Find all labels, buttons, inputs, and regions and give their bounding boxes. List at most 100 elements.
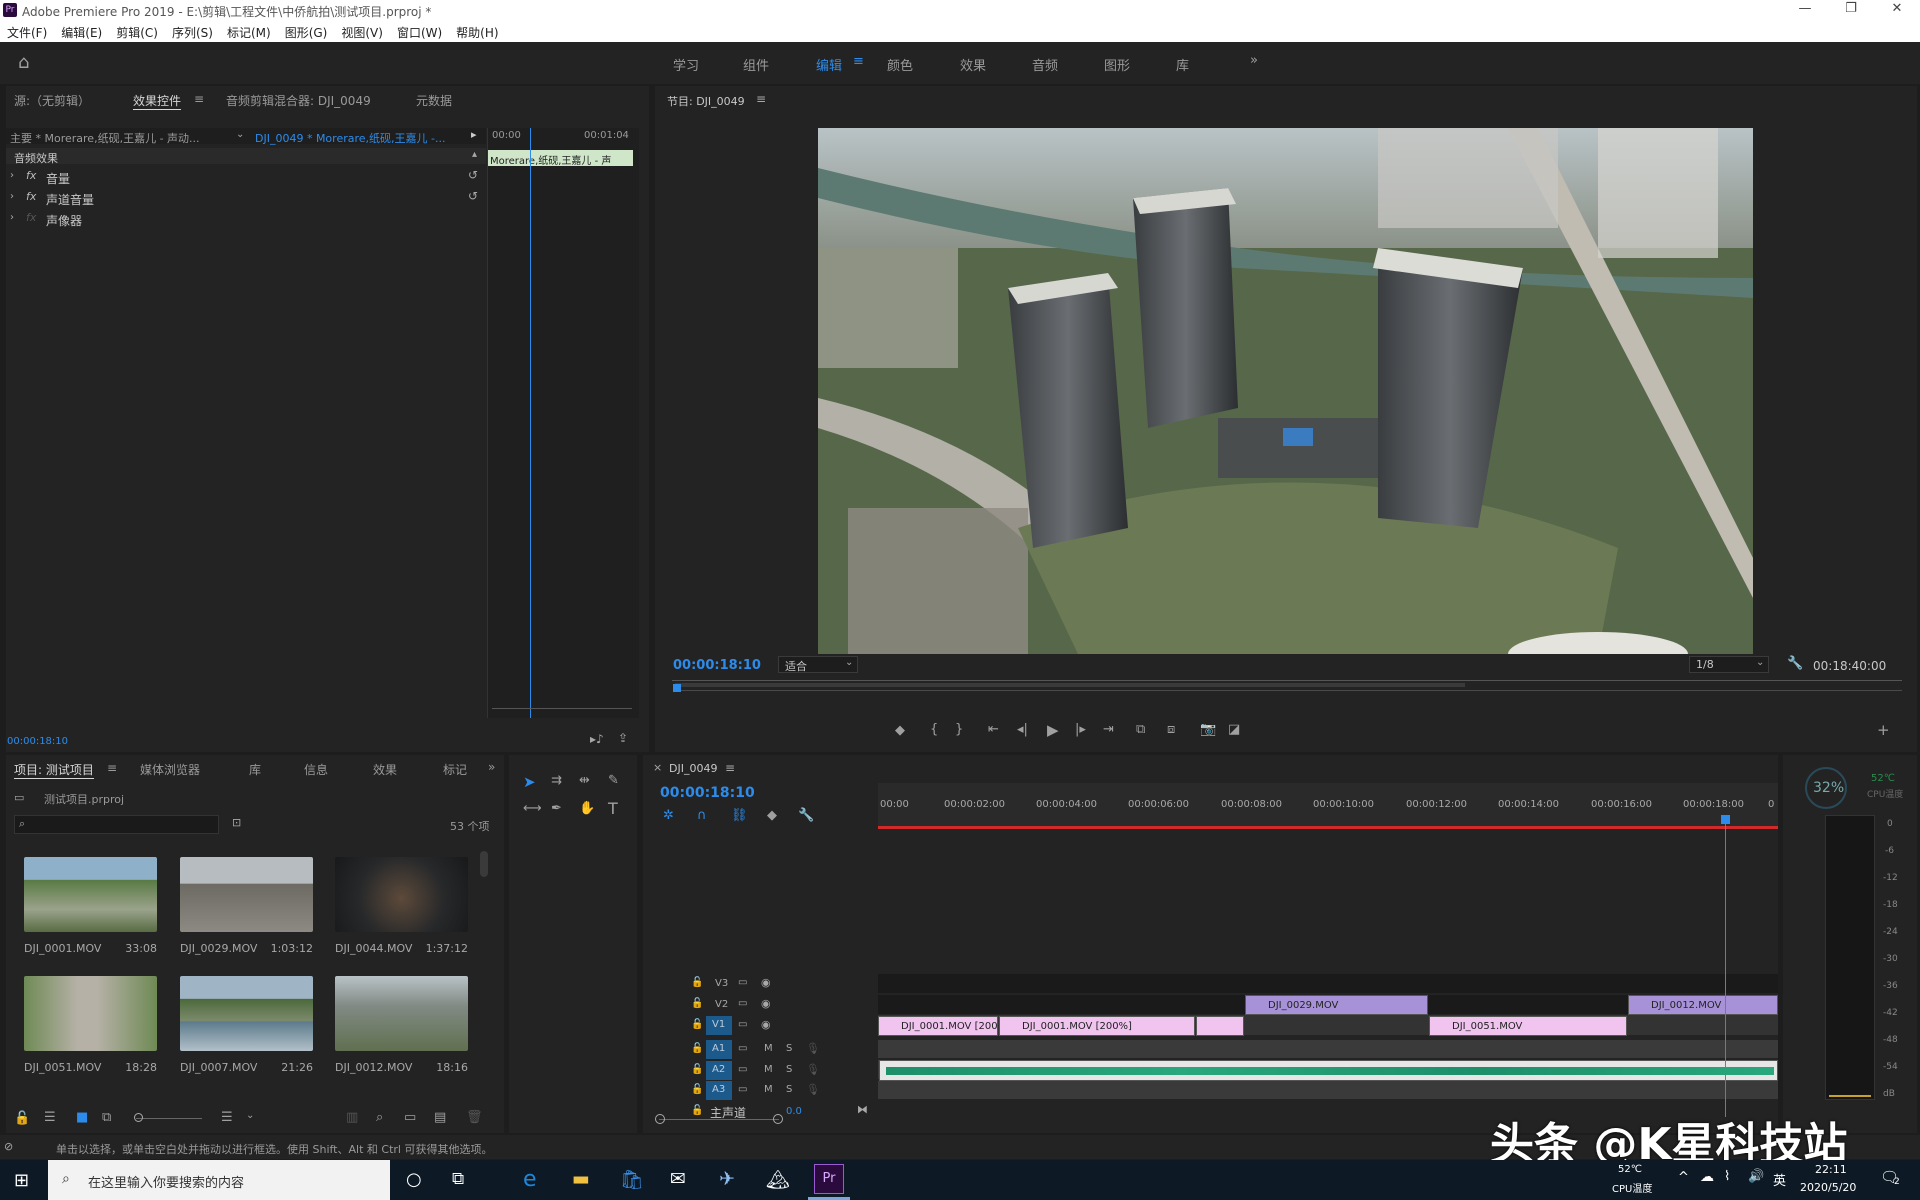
project-search-input[interactable]: ⌕ [14,815,219,834]
master-volume[interactable]: 0.0 [786,1106,802,1117]
work-area-bar[interactable] [675,683,1465,687]
microphone-icon[interactable]: 🎙 [806,1042,820,1055]
clear-icon[interactable]: 🗑 [466,1110,483,1125]
add-button-icon[interactable]: + [1877,721,1890,739]
workspace-assembly[interactable]: 组件 [743,55,769,74]
resolution-select[interactable]: 1/8 ⌄ [1689,656,1769,673]
project-scrollbar[interactable] [480,851,488,877]
microphone-icon[interactable]: 🎙 [806,1063,820,1076]
camera-icon[interactable]: 📷 [1200,722,1216,737]
wrench-icon[interactable]: 🔧 [1787,656,1803,671]
close-button[interactable]: ✕ [1874,1,1920,16]
new-item-icon[interactable]: ▤ [434,1110,446,1125]
more-workspaces-icon[interactable]: » [1250,53,1258,68]
nest-icon[interactable]: ✲ [663,808,674,823]
playhead-handle[interactable] [1721,815,1730,824]
windows-start-icon[interactable]: ⊞ [14,1170,29,1191]
mute-button[interactable]: M [764,1043,773,1054]
effect-row-volume[interactable]: › fx 音量 ↺ [6,168,486,186]
tab-audio-mixer[interactable]: 音频剪辑混合器: DJI_0049 [226,92,371,109]
timeline-timecode[interactable]: 00:00:18:10 [660,785,755,801]
mark-in-icon[interactable]: { [930,722,938,737]
store-icon[interactable]: 🛍 [620,1168,644,1191]
sort-icon[interactable]: ☰ [221,1110,233,1125]
track-label[interactable]: A2 [706,1061,732,1080]
tab-markers[interactable]: 标记 [443,761,467,778]
mute-button[interactable]: M [764,1064,773,1075]
cortana-icon[interactable]: ○ [406,1169,422,1190]
automate-icon[interactable]: ▥ [346,1110,358,1125]
selection-tool-icon[interactable]: ➤ [523,773,536,791]
clip-v1-dji-0001-a[interactable]: DJI_0001.MOV [200%] [878,1016,998,1036]
linked-selection-icon[interactable]: ⛓ [731,808,748,823]
edge-icon[interactable]: e [523,1167,537,1192]
sync-lock-icon[interactable]: ▭ [738,977,747,988]
tab-menu-icon[interactable]: ≡ [194,92,204,106]
type-tool-icon[interactable]: T [608,799,618,818]
clock-time[interactable]: 22:11 [1815,1163,1847,1176]
reset-icon[interactable]: ↺ [468,189,478,203]
tab-source[interactable]: 源:（无剪辑） [14,92,90,109]
lock-icon[interactable]: 🔓 [691,977,703,988]
lock-icon[interactable]: 🔓 [691,1064,703,1075]
track-label[interactable]: V1 [706,1016,732,1035]
task-view-icon[interactable]: ⧉ [452,1169,464,1189]
mini-clip[interactable]: Morerare,纸砚,王嘉儿 - 声 [488,150,633,166]
menu-sequence[interactable]: 序列(S) [165,22,220,41]
workspace-color[interactable]: 颜色 [887,55,913,74]
play-triangle-icon[interactable]: ▸ [471,128,477,141]
tab-project[interactable]: 项目: 测试项目 [14,761,94,779]
menu-marker[interactable]: 标记(M) [220,22,278,41]
effect-row-channel-volume[interactable]: › fx 声道音量 ↺ [6,189,486,207]
new-bin-icon[interactable]: ▭ [404,1110,416,1125]
thumbnail-dji-0051[interactable] [24,976,157,1051]
hand-tool-icon[interactable]: ✋ [579,801,595,816]
timeline-playhead[interactable] [1725,820,1726,1117]
time-ruler[interactable]: 00:00 00:00:02:00 00:00:04:00 00:00:06:0… [878,783,1778,829]
home-icon[interactable]: ⌂ [18,52,29,73]
clip-v2-dji-0012[interactable]: DJI_0012.MOV [1628,995,1778,1015]
tab-menu-icon[interactable]: ≡ [107,761,117,775]
program-ruler[interactable] [672,680,1902,681]
thumbnail-dji-0012[interactable] [335,976,468,1051]
thumbnail-dji-0001[interactable] [24,857,157,932]
export-icon[interactable]: ⇪ [618,731,628,745]
freeform-view-icon[interactable]: ⧉ [102,1110,111,1125]
sync-lock-icon[interactable]: ▭ [738,1019,747,1030]
menu-graphics[interactable]: 图形(G) [278,22,335,41]
workspace-editing[interactable]: 编辑 [816,55,842,74]
track-select-tool-icon[interactable]: ⇉ [551,773,562,788]
file-explorer-icon[interactable]: ▬ [572,1168,590,1190]
track-label[interactable]: A3 [706,1081,732,1100]
menu-edit[interactable]: 编辑(E) [54,22,109,41]
slip-tool-icon[interactable]: ⟷ [523,801,542,816]
feishu-icon[interactable]: ✈ [719,1168,735,1190]
zoom-scrollbar[interactable] [492,708,632,709]
lock-icon[interactable]: 🔓 [691,1043,703,1054]
snap-icon[interactable]: ∩ [697,808,707,823]
menu-help[interactable]: 帮助(H) [449,22,505,41]
audio-clip-a2[interactable] [879,1060,1778,1081]
workspace-audio[interactable]: 音频 [1032,55,1058,74]
mute-button[interactable]: M [764,1084,773,1095]
scroll-handle-left[interactable] [655,1114,665,1124]
tab-info[interactable]: 信息 [304,761,328,778]
menu-file[interactable]: 文件(F) [0,22,54,41]
workspace-libraries[interactable]: 库 [1176,55,1189,74]
icon-view-icon[interactable]: ■ [76,1110,88,1125]
show-hidden-icons[interactable]: ^ [1678,1170,1689,1185]
track-label[interactable]: A1 [706,1040,732,1059]
mark-out-icon[interactable]: } [955,722,963,737]
clock-date[interactable]: 2020/5/20 [1800,1181,1856,1194]
thumbnail-dji-0044[interactable] [335,857,468,932]
solo-button[interactable]: S [786,1084,792,1095]
eye-icon[interactable]: ◉ [761,997,771,1010]
zoom-slider[interactable] [136,1118,202,1119]
taskbar-search-box[interactable]: ⌕ 在这里输入你要搜索的内容 [48,1160,390,1200]
find-icon[interactable]: ⌕ [376,1110,383,1125]
go-to-out-icon[interactable]: ⇥ [1103,722,1114,737]
horizontal-scrollbar[interactable] [659,1119,779,1120]
extract-icon[interactable]: ⧈ [1167,722,1175,737]
network-icon[interactable]: ⌇ [1724,1169,1730,1184]
list-view-icon[interactable]: ☰ [44,1110,56,1125]
